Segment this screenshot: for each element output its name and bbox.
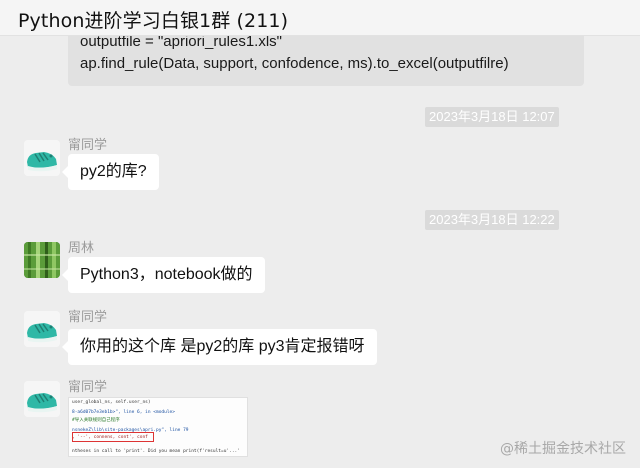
screenshot-image-message[interactable]: user_global_ns, self.user_ns) 8-a6d07b7e… [68, 397, 248, 457]
shoe-avatar-icon [24, 140, 60, 176]
message-bubble[interactable]: 你用的这个库 是py2的库 py3肯定报错呀 [62, 329, 377, 365]
avatar[interactable] [24, 242, 60, 278]
avatar[interactable] [24, 311, 60, 347]
watermark: @稀土掘金技术社区 [500, 441, 626, 457]
chat-area[interactable]: outputfile = "apriori_rules1.xls" ap.fin… [0, 36, 640, 468]
code-line-1: outputfile = "apriori_rules1.xls" [80, 36, 283, 50]
message-bubble[interactable]: py2的库? [62, 154, 159, 190]
timestamp-2: 2023年3月18日 12:22 [425, 210, 559, 230]
sender-name: 周林 [68, 240, 95, 255]
screenshot-text-line: #导入关联规则自己程序 [72, 418, 120, 423]
screenshot-text-line: user_global_ns, self.user_ns) [72, 400, 151, 405]
message-bubble[interactable]: Python3，notebook做的 [62, 257, 265, 293]
screenshot-text-line: 8-a6d07b7e3eb1b>", line 6, in <module> [72, 410, 175, 415]
sender-name: 甯同学 [68, 379, 108, 394]
screenshot-text-line: ntheses in call to 'print'. Did you mean… [72, 449, 240, 454]
sender-name: 甯同学 [68, 137, 108, 152]
avatar[interactable] [24, 381, 60, 417]
highlight-box [72, 432, 154, 442]
avatar[interactable] [24, 140, 60, 176]
shoe-avatar-icon [24, 311, 60, 347]
code-message-bubble[interactable]: outputfile = "apriori_rules1.xls" ap.fin… [68, 36, 584, 86]
shoe-avatar-icon [24, 381, 60, 417]
sender-name: 甯同学 [68, 309, 108, 324]
bamboo-avatar-icon [24, 242, 60, 278]
title-bar: Python进阶学习白银1群 (211) [0, 0, 640, 36]
code-line-2: ap.find_rule(Data, support, confodence, … [80, 55, 509, 72]
chat-title: Python进阶学习白银1群 (211) [18, 10, 289, 32]
timestamp-1: 2023年3月18日 12:07 [425, 107, 559, 127]
